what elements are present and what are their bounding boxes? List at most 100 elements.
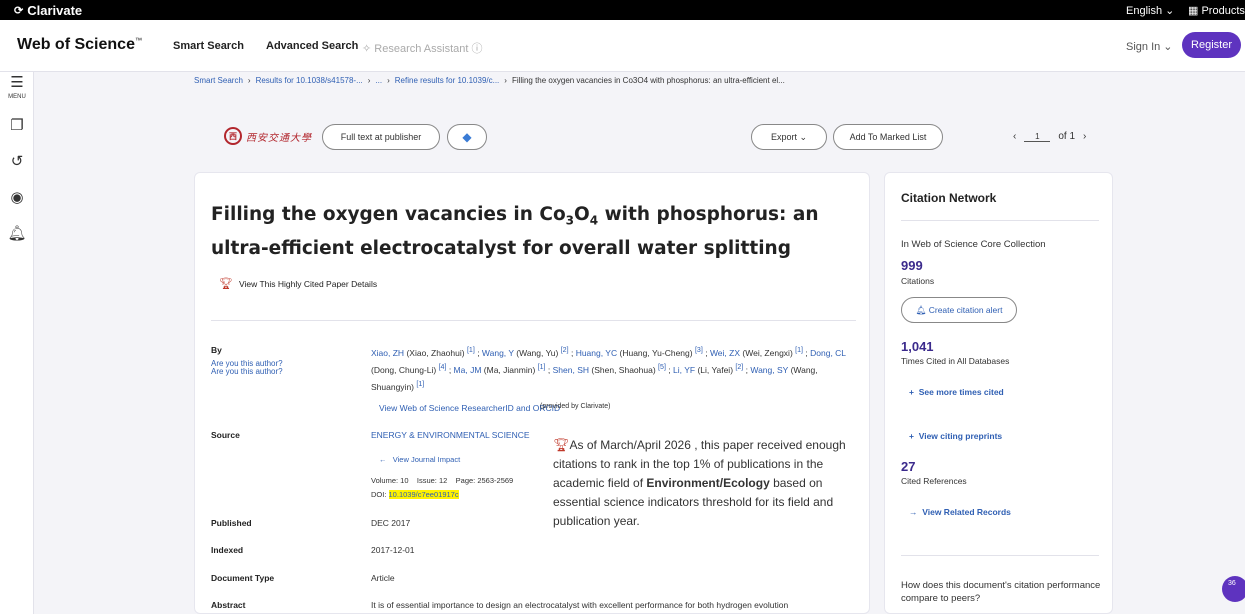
author-affiliation-ref[interactable]: [1]: [795, 346, 803, 354]
author-full-name: (Huang, Yu-Cheng): [619, 347, 693, 358]
published-value: DEC 2017: [371, 518, 411, 528]
journal-impact-link[interactable]: ← View Journal Impact: [379, 455, 460, 464]
products-menu[interactable]: ▦ Products: [1188, 4, 1245, 17]
source-label: Source: [211, 430, 240, 440]
view-related-records-link[interactable]: → View Related Records: [909, 507, 1011, 517]
menu-button[interactable]: ☰ MENU: [0, 74, 34, 104]
volume-issue-page: Volume: 10 Issue: 12 Page: 2563-2569: [371, 476, 513, 485]
journal-link[interactable]: ENERGY & ENVIRONMENTAL SCIENCE: [371, 430, 530, 440]
cited-references-count[interactable]: 27: [901, 459, 915, 474]
nav-smart-search[interactable]: Smart Search: [173, 40, 244, 52]
add-to-marked-list-button[interactable]: Add To Marked List: [833, 124, 943, 150]
divider: [901, 220, 1099, 221]
author-affiliation-ref[interactable]: [3]: [695, 346, 703, 354]
author-link[interactable]: Wang, SY: [750, 365, 788, 375]
indexed-label: Indexed: [211, 545, 244, 555]
author-link[interactable]: Xiao, ZH: [371, 348, 404, 358]
title-subscript: 4: [589, 213, 599, 228]
related-records-label: View Related Records: [922, 507, 1011, 517]
full-text-button[interactable]: Full text at publisher: [322, 124, 440, 150]
view-citing-preprints-link[interactable]: + View citing preprints: [909, 431, 1002, 441]
doi-value[interactable]: 10.1039/c7ee01917c: [388, 490, 459, 499]
citations-label: Citations: [901, 276, 935, 286]
indexed-value: 2017-12-01: [371, 545, 415, 555]
clarivate-logo[interactable]: ⟳ Clarivate: [14, 3, 82, 18]
times-cited-all-count[interactable]: 1,041: [901, 339, 934, 354]
bell-icon: 🔔︎: [915, 305, 927, 315]
title-subscript: 3: [565, 213, 575, 228]
export-button[interactable]: Export ⌄: [751, 124, 827, 150]
author-link[interactable]: Li, YF: [673, 365, 695, 375]
notification-badge[interactable]: 36: [1222, 576, 1245, 602]
left-rail: ☰ MENU ❐ ↺ ◉ 🔔︎: [0, 72, 34, 614]
breadcrumb-separator: ›: [247, 76, 251, 85]
author-link[interactable]: Dong, CL: [810, 348, 846, 358]
published-label: Published: [211, 518, 252, 528]
breadcrumb-results[interactable]: Results for 10.1038/s41578-...: [256, 76, 363, 85]
author-list: Xiao, ZH (Xiao, Zhaohui) [1] ; Wang, Y (…: [371, 346, 846, 392]
register-button[interactable]: Register: [1182, 32, 1241, 58]
title-text: Filling the oxygen vacancies in Co: [211, 204, 566, 225]
alerts-bell-icon[interactable]: 🔔︎: [0, 224, 34, 242]
researcher-id-link[interactable]: View Web of Science ResearcherID and ORC…: [379, 403, 560, 413]
menu-icon: ☰: [10, 74, 24, 91]
author-affiliation-ref[interactable]: [2]: [561, 346, 569, 354]
author-link[interactable]: Ma, JM: [454, 365, 482, 375]
nav-advanced-search[interactable]: Advanced Search: [266, 40, 358, 52]
breadcrumb-smart-search[interactable]: Smart Search: [194, 76, 243, 85]
page-value: Page: 2563-2569: [455, 476, 514, 485]
products-label: Products: [1201, 5, 1245, 17]
university-seal-icon: 西: [224, 127, 242, 145]
sparkle-icon: ✧: [362, 43, 372, 55]
nav-research-assistant[interactable]: ✧ Research Assistant ⓘ: [362, 40, 483, 56]
breadcrumb-refine-results[interactable]: Refine results for 10.1039/c...: [395, 76, 500, 85]
profile-icon[interactable]: ◉: [0, 188, 34, 206]
author-full-name: (Ma, Jianmin): [483, 364, 536, 375]
top-bar: ⟳ Clarivate English ⌄ ▦ Products: [0, 0, 1245, 20]
sign-in-menu[interactable]: Sign In ⌄: [1126, 40, 1173, 53]
author-claim-links[interactable]: Are you this author? Are you this author…: [211, 360, 283, 376]
author-link[interactable]: Wang, Y: [482, 348, 514, 358]
clarivate-mark-icon: ⟳: [14, 5, 24, 17]
author-affiliation-ref[interactable]: [2]: [735, 363, 743, 371]
title-text: O: [574, 204, 590, 225]
university-logo[interactable]: 西 西安交通大學: [224, 126, 312, 146]
divider: [901, 555, 1099, 556]
research-assistant-label: Research Assistant ⓘ: [374, 43, 483, 55]
create-citation-alert-button[interactable]: 🔔︎ Create citation alert: [901, 297, 1017, 323]
page-input[interactable]: 1: [1024, 132, 1051, 142]
see-more-times-cited-link[interactable]: + See more times cited: [909, 387, 1004, 397]
breadcrumb-separator: ›: [367, 76, 371, 85]
citations-count[interactable]: 999: [901, 258, 923, 273]
highly-cited-label: View This Highly Cited Paper Details: [238, 278, 378, 289]
author-affiliation-ref[interactable]: [1]: [467, 346, 475, 354]
hc-field: Environment/Ecology: [646, 476, 770, 490]
web-of-science-logo[interactable]: Web of Science™: [17, 36, 142, 54]
doi-line: DOI: 10.1039/c7ee01917c: [371, 490, 459, 499]
by-label: By: [211, 345, 222, 355]
chevron-right-icon[interactable]: ›: [1083, 131, 1086, 142]
author-affiliation-ref[interactable]: [5]: [658, 363, 666, 371]
highly-cited-link[interactable]: 🏆︎ View This Highly Cited Paper Details: [219, 277, 377, 290]
breadcrumb-ellipsis[interactable]: ...: [375, 76, 382, 85]
history-icon[interactable]: ↺: [0, 152, 34, 170]
are-you-author-link[interactable]: Are you this author?: [211, 368, 283, 376]
author-link[interactable]: Huang, YC: [576, 348, 617, 358]
marked-list-icon[interactable]: ❐: [0, 116, 34, 134]
trophy-icon: 🏆︎: [553, 437, 570, 452]
author-full-name: (Shen, Shaohua): [591, 364, 656, 375]
author-affiliation-ref[interactable]: [1]: [538, 363, 546, 371]
language-selector[interactable]: English ⌄: [1126, 4, 1174, 17]
arrow-left-icon: ←: [379, 455, 387, 464]
author-link[interactable]: Shen, SH: [553, 365, 589, 375]
author-link[interactable]: Wei, ZX: [710, 348, 740, 358]
record-card: Filling the oxygen vacancies in Co3O4 wi…: [194, 172, 870, 614]
chevron-left-icon[interactable]: ‹: [1013, 131, 1016, 142]
unpaywall-button[interactable]: ◆: [447, 124, 487, 150]
times-cited-all-label: Times Cited in All Databases: [901, 356, 1010, 366]
author-affiliation-ref[interactable]: [4]: [439, 363, 447, 371]
breadcrumb-separator: ›: [504, 76, 507, 85]
record-pager: ‹ 1 of 1 ›: [1013, 131, 1086, 142]
volume-value: Volume: 10: [371, 476, 409, 485]
author-affiliation-ref[interactable]: [1]: [416, 380, 424, 388]
